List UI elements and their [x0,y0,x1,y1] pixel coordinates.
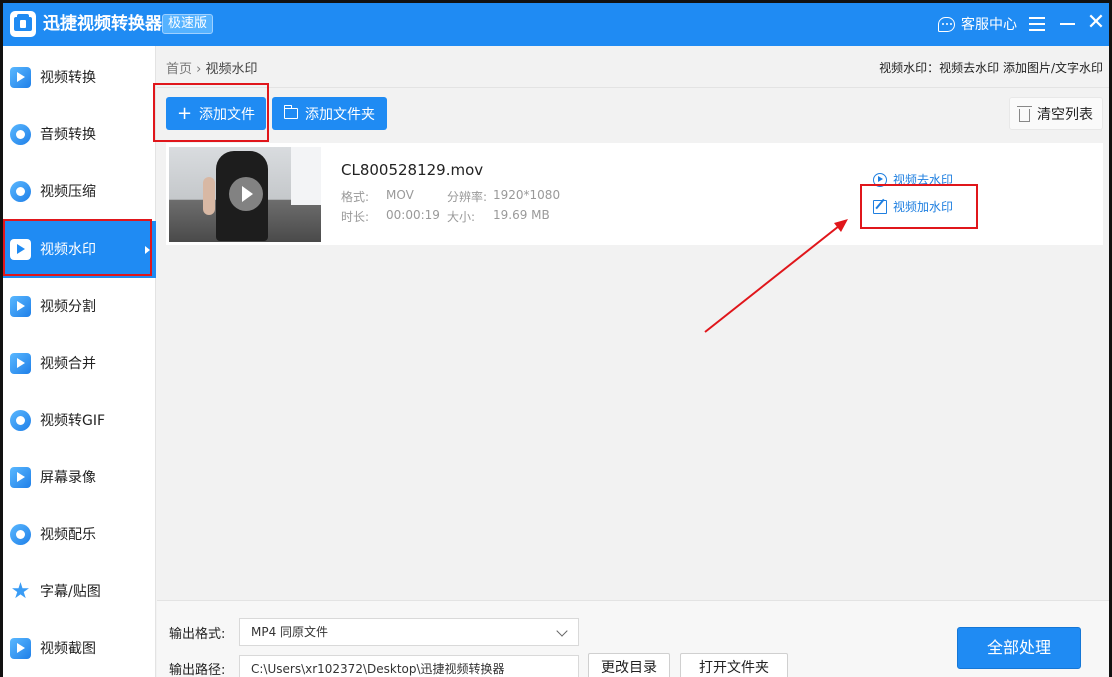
close-icon[interactable]: ✕ [1086,12,1106,34]
output-format-value: MP4 同原文件 [251,625,329,639]
size-label: 大小: [447,210,476,224]
screen-record-icon [10,467,31,488]
output-format-select[interactable]: MP4 同原文件 [239,618,579,646]
file-name: CL800528129.mov [341,161,484,179]
video-screenshot-icon [10,638,31,659]
sidebar-item-label: 视频转换 [40,69,96,86]
feature-links: 视频水印：视频去水印 添加图片/文字水印 [879,61,1103,75]
chat-icon [938,16,955,32]
add-folder-button[interactable]: 添加文件夹 [272,97,387,130]
video-merge-icon [10,353,31,374]
trash-icon [1017,105,1032,122]
video-gif-icon [10,410,31,431]
resolution-value: 1920*1080 [493,188,561,202]
sidebar-item-label: 视频合并 [40,355,96,372]
sidebar-item-video-gif[interactable]: 视频转GIF [3,392,156,449]
duration-value: 00:00:19 [386,208,440,222]
sidebar: 视频转换 音频转换 视频压缩 视频水印 视频分割 视频合并 视频转GIF 屏幕录… [3,46,156,677]
breadcrumb-current: 视频水印 [205,62,258,77]
sidebar-item-label: 字幕/贴图 [40,583,101,600]
breadcrumb-home[interactable]: 首页 [166,62,192,77]
menu-icon[interactable] [1029,15,1045,33]
format-value: MOV [386,188,414,202]
sidebar-item-subtitle-sticker[interactable]: ★ 字幕/贴图 [3,563,156,620]
sidebar-item-video-split[interactable]: 视频分割 [3,278,156,335]
sidebar-item-label: 视频分割 [40,298,96,315]
video-convert-icon [10,67,31,88]
duration-label: 时长: [341,210,370,224]
subtitle-sticker-icon: ★ [10,579,31,604]
clear-list-button[interactable]: 清空列表 [1009,97,1103,130]
audio-convert-icon [10,124,31,145]
change-directory-button[interactable]: 更改目录 [588,653,670,677]
support-center-button[interactable]: 客服中心 [938,14,1017,34]
output-path-field[interactable]: C:\Users\xr102372\Desktop\迅捷视频转换器 [239,655,579,677]
breadcrumb-separator: › [196,62,202,77]
play-circle-icon [873,172,887,187]
sidebar-item-video-merge[interactable]: 视频合并 [3,335,156,392]
plus-icon: + [176,102,193,124]
title-bar: 迅捷视频转换器 极速版 客服中心 ✕ [3,3,1109,46]
folder-icon [283,105,298,119]
sidebar-item-label: 音频转换 [40,126,96,143]
video-watermark-icon [10,239,31,260]
output-format-label: 输出格式: [169,627,226,642]
edition-badge: 极速版 [162,14,214,34]
app-logo-icon [10,11,36,37]
add-file-label: 添加文件 [199,106,256,123]
sidebar-item-label: 视频压缩 [40,183,96,200]
sidebar-item-video-convert[interactable]: 视频转换 [3,49,156,106]
video-compress-icon [10,181,31,202]
clear-list-label: 清空列表 [1037,106,1093,123]
format-label: 格式: [341,190,370,204]
minimize-icon[interactable] [1060,23,1075,25]
video-music-icon [10,524,31,545]
resolution-label: 分辨率: [447,190,488,204]
sidebar-item-label: 视频配乐 [40,526,96,543]
header-divider [157,87,1109,88]
sidebar-item-label: 视频截图 [40,640,96,657]
app-window: 迅捷视频转换器 极速版 客服中心 ✕ 视频转换 音频转换 视频压缩 视频水印 视… [3,3,1109,677]
video-thumbnail[interactable] [169,147,321,242]
sidebar-item-label: 视频水印 [40,241,96,258]
sidebar-item-screen-record[interactable]: 屏幕录像 [3,449,156,506]
remove-watermark-link[interactable]: 视频去水印 [873,171,953,188]
play-icon[interactable] [229,177,263,211]
add-folder-label: 添加文件夹 [305,106,375,123]
app-title: 迅捷视频转换器 [43,14,162,34]
output-path-label: 输出路径: [169,663,226,677]
size-value: 19.69 MB [493,208,550,222]
sidebar-item-video-compress[interactable]: 视频压缩 [3,163,156,220]
sidebar-item-label: 视频转GIF [40,412,106,429]
file-row: CL800528129.mov 格式: MOV 分辨率: 1920*1080 时… [166,143,1103,245]
video-split-icon [10,296,31,317]
add-file-button[interactable]: + 添加文件 [166,97,266,130]
sidebar-item-video-music[interactable]: 视频配乐 [3,506,156,563]
edit-icon [873,199,887,214]
process-all-button[interactable]: 全部处理 [957,627,1081,669]
sidebar-item-video-screenshot[interactable]: 视频截图 [3,620,156,677]
remove-watermark-label: 视频去水印 [893,173,954,187]
chevron-down-icon [556,625,568,637]
sidebar-item-video-watermark[interactable]: 视频水印 [3,221,156,278]
sidebar-item-label: 屏幕录像 [40,469,96,486]
breadcrumb: 首页 › 视频水印 [166,58,258,77]
open-folder-button[interactable]: 打开文件夹 [680,653,788,677]
support-label: 客服中心 [961,17,1017,33]
add-watermark-link[interactable]: 视频加水印 [873,198,953,215]
add-watermark-label: 视频加水印 [893,200,954,214]
sidebar-item-audio-convert[interactable]: 音频转换 [3,106,156,163]
